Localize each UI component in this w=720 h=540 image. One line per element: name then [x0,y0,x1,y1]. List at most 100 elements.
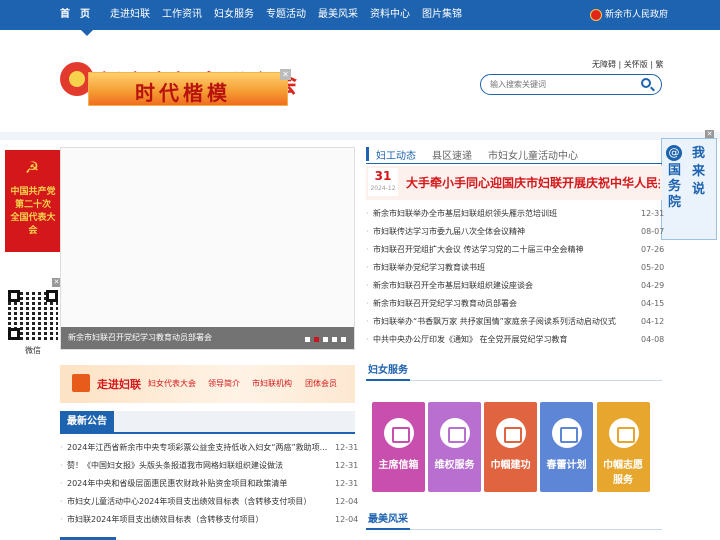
gov-link-label: 新余市人民政府 [605,10,669,20]
notice-list: 2024年江西省新余市中央专项彩票公益金支持低收入妇女“两癌”救助项... 12-… [60,441,359,531]
list-item[interactable]: 中共中央办公厅印发《通知》 在全党开展党纪学习教育 04-08 [366,333,664,347]
list-item-title[interactable]: 2024年中央和省级层面惠民惠农财政补贴资金项目和政策清单 [67,477,330,491]
congress-float-ad[interactable]: ☭ 中国共产党 第二十次 全国代表大会 [5,150,61,252]
tab-work-news[interactable]: 妇工动态 [376,147,416,162]
list-item-date: 12-31 [641,209,665,218]
list-item[interactable]: 新余市妇联召开党纪学习教育动员部署会 04-15 [366,297,665,311]
nav-news[interactable]: 工作资讯 [162,0,202,30]
list-item-title[interactable]: 新余市妇联召开全市基层妇联组织建设座谈会 [373,279,636,293]
service-card[interactable]: 主席信箱 [372,402,425,492]
qr-label: 微信 [25,346,41,355]
beauty-title[interactable]: 最美风采 [368,510,408,525]
list-item-title[interactable]: 新余市妇联举办全市基层妇联组织领头雁示范培训班 [373,207,636,221]
list-item-title[interactable]: 市妇联举办“书香飘万家 共抒家国情”家庭亲子阅读系列活动启动仪式 [373,315,636,329]
nav-resources[interactable]: 资料中心 [370,0,410,30]
list-item[interactable]: 新余市妇联召开全市基层妇联组织建设座谈会 04-29 [366,279,665,293]
headline-day: 31 [374,169,392,183]
list-item[interactable]: 2024年中央和省级层面惠民惠农财政补贴资金项目和政策清单 12-31 [60,477,359,491]
notice-underline [60,432,355,434]
list-item[interactable]: 市妇联举办“书香飘万家 共抒家国情”家庭亲子阅读系列活动启动仪式 04-12 [366,315,664,329]
carousel-dot[interactable] [323,337,328,342]
list-item-date: 04-15 [641,299,665,308]
headline-item[interactable]: 31 2024-12 大手牵小手同心迎国庆市妇联开展庆祝中华人民共和国成立75周… [366,166,662,200]
nav-home[interactable]: 首 页 [60,0,90,30]
list-item-date: 12-31 [335,479,359,488]
list-item[interactable]: 市妇联召开党组扩大会议 传达学习党的二十届三中全会精神 07-26 [366,243,665,257]
list-item-date: 12-04 [335,497,359,506]
congress-ad-text: 中国共产党 第二十次 全国代表大会 [10,187,56,236]
beauty-line-marker [366,528,410,530]
headline-month: 2024-12 [370,185,396,192]
gov-link[interactable]: 新余市人民政府 [590,8,668,22]
list-item-date: 12-31 [335,461,359,470]
service-card[interactable]: 巾帼志愿服务 [597,402,650,492]
search-input[interactable] [490,78,630,91]
nav-active-indicator [81,30,93,36]
service-card-label: 维权服务 [434,460,475,471]
list-item-title[interactable]: 赞！《中国妇女报》头版头条报道我市网格妇联组织建设做法 [67,459,330,473]
headline-date: 31 2024-12 [368,168,398,196]
list-item[interactable]: 市妇联2024年项目支出绩效目标表（含转移支付项目） 12-04 [60,513,359,527]
list-item-title[interactable]: 中共中央办公厅印发《通知》 在全党开展党纪学习教育 [373,333,636,347]
service-card[interactable]: 春蕾计划 [540,402,593,492]
tab-active-marker [366,147,369,161]
link-women-congress[interactable]: 妇女代表大会 [148,378,196,389]
list-item-date: 12-04 [335,515,359,524]
search-icon[interactable] [641,78,651,88]
link-leaders[interactable]: 领导简介 [208,378,240,389]
carousel-dot[interactable] [332,337,337,342]
nav-gallery[interactable]: 图片集锦 [422,0,462,30]
service-card-label: 巾帼建功 [490,460,531,471]
banner-close-button[interactable]: ✕ [280,69,291,80]
list-item[interactable]: 新余市妇联举办全市基层妇联组织领头雁示范培训班 12-31 [366,207,665,221]
nav-topics[interactable]: 专题活动 [266,0,306,30]
list-item[interactable]: 赞！《中国妇女报》头版头条报道我市网格妇联组织建设做法 12-31 [60,459,359,473]
headline-title[interactable]: 大手牵小手同心迎国庆市妇联开展庆祝中华人民共和国成立75周年 [406,174,660,191]
accessibility-links[interactable]: 无障碍 | 关怀版 | 繁 [592,59,664,70]
list-item-title[interactable]: 市妇女儿童活动中心2024年项目支出绩效目标表（含转移支付项目） [67,495,330,509]
search-box [480,74,662,95]
list-item[interactable]: 市妇联传达学习市委九届八次全体会议精神 08-07 [366,225,665,239]
list-item-date: 08-07 [641,227,665,236]
link-members[interactable]: 团体会员 [305,378,337,389]
list-item[interactable]: 市妇女儿童活动中心2024年项目支出绩效目标表（含转移支付项目） 12-04 [60,495,359,509]
list-item-date: 07-26 [641,245,665,254]
header-divider [0,132,720,140]
service-card-label: 春蕾计划 [546,460,587,471]
list-item-title[interactable]: 市妇联2024年项目支出绩效目标表（含转移支付项目） [67,513,330,527]
link-institutions[interactable]: 市妇联机构 [252,378,292,389]
carousel-caption-bar: 新余市妇联召开党纪学习教育动员部署会 [61,327,354,349]
list-item[interactable]: 市妇联举办党纪学习教育读书班 05-20 [366,261,665,275]
state-council-float-ad[interactable]: @ 国务院 我来说 [661,138,717,240]
services-title[interactable]: 妇女服务 [368,361,408,376]
list-item[interactable]: 2024年江西省新余市中央专项彩票公益金支持低收入妇女“两癌”救助项... 12-… [60,441,358,455]
i-speak-label: 我来说 [692,146,706,197]
carousel-dot[interactable] [341,337,346,342]
list-item-title[interactable]: 新余市妇联召开党纪学习教育动员部署会 [373,297,636,311]
carousel-dot[interactable] [314,337,319,342]
tab-county-news[interactable]: 县区速递 [432,147,472,162]
ad-banner[interactable]: 时代楷模 [88,72,288,106]
service-icon [440,418,470,448]
federation-icon [72,374,90,392]
list-item-title[interactable]: 市妇联召开党组扩大会议 传达学习党的二十届三中全会精神 [373,243,636,257]
notice-title[interactable]: 最新公告 [60,411,114,433]
nav-services[interactable]: 妇女服务 [214,0,254,30]
list-item-title[interactable]: 市妇联举办党纪学习教育读书班 [373,261,636,275]
list-item-title[interactable]: 2024年江西省新余市中央专项彩票公益金支持低收入妇女“两癌”救助项... [67,441,330,455]
list-item-date: 04-29 [641,281,665,290]
news-carousel[interactable]: 新余市妇联召开党纪学习教育动员部署会 [60,147,355,350]
service-card[interactable]: 巾帼建功 [484,402,537,492]
state-council-label: 国务院 [668,163,682,210]
nav-beauty[interactable]: 最美风采 [318,0,358,30]
list-item-title[interactable]: 市妇联传达学习市委九届八次全体会议精神 [373,225,636,239]
list-item-date: 05-20 [641,263,665,272]
tab-activity-center[interactable]: 市妇女儿童活动中心 [488,147,578,162]
nav-about[interactable]: 走进妇联 [110,0,150,30]
beauty-line [366,529,662,530]
service-card[interactable]: 维权服务 [428,402,481,492]
wechat-qr-code [8,290,58,340]
carousel-dot[interactable] [305,337,310,342]
service-icon [496,418,526,448]
carousel-caption: 新余市妇联召开党纪学习教育动员部署会 [68,333,212,342]
